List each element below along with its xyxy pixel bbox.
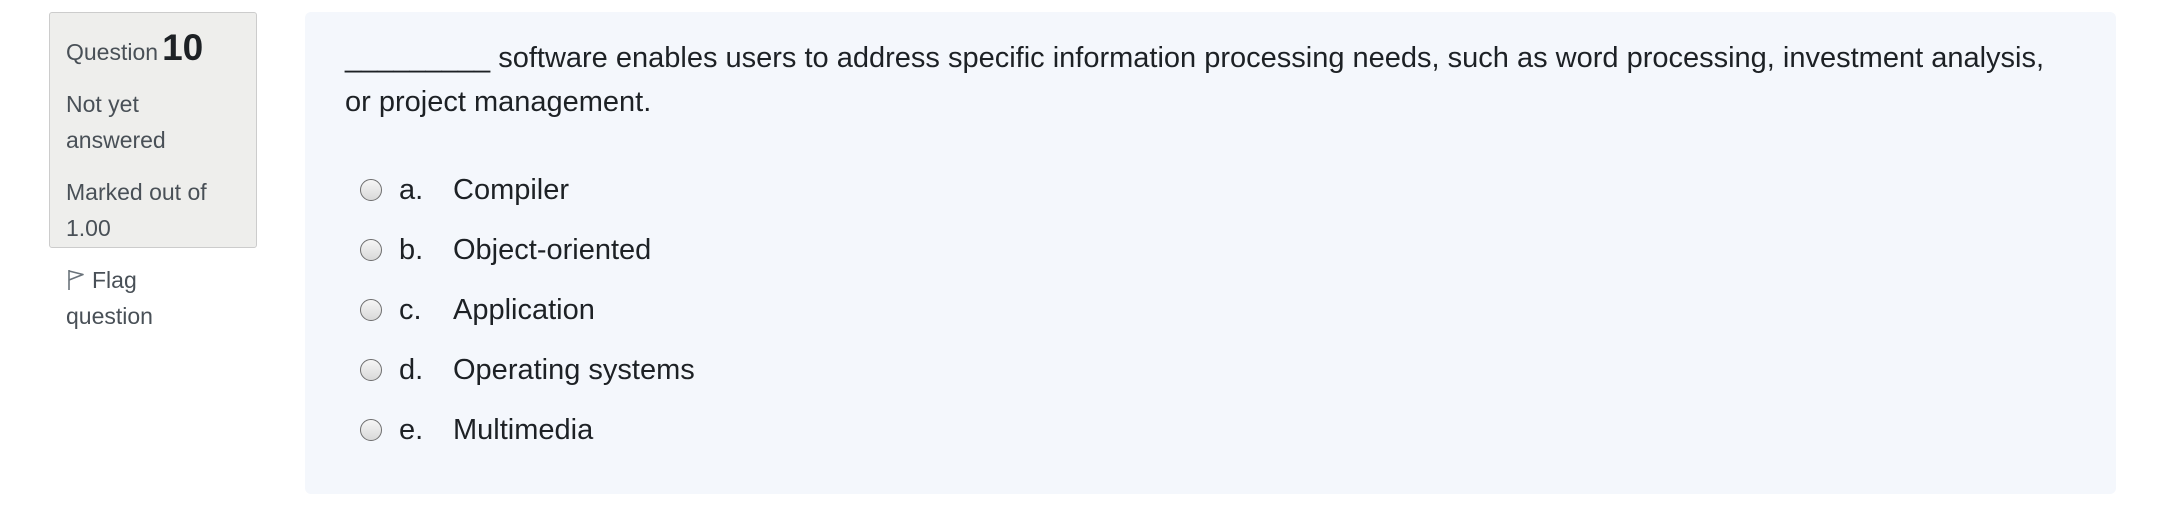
question-text: _________ software enables users to addr… — [345, 42, 2045, 118]
answer-text: Compiler — [453, 173, 570, 206]
answer-option-b[interactable]: b. Object-oriented — [345, 228, 2076, 272]
answer-letter: b. — [399, 233, 424, 266]
question-info-panel: Question 10 Not yet answered Marked out o… — [49, 12, 257, 329]
quiz-page: Question 10 Not yet answered Marked out o… — [0, 0, 2160, 506]
flag-icon — [68, 270, 84, 291]
question-grade: Marked out of 1.00 — [66, 174, 240, 246]
radio-button[interactable] — [360, 359, 382, 381]
answer-letter: d. — [399, 353, 424, 386]
radio-button[interactable] — [360, 239, 382, 261]
question-grade-line2: 1.00 — [66, 215, 111, 242]
answer-letter: c. — [399, 293, 422, 326]
answer-letter: a. — [399, 173, 424, 206]
answer-option-d[interactable]: d. Operating systems — [345, 348, 2076, 392]
question-state-line2: answered — [66, 127, 166, 154]
radio-button[interactable] — [360, 419, 382, 441]
answer-option-a[interactable]: a. Compiler — [345, 168, 2076, 212]
answer-letter: e. — [399, 413, 424, 446]
answer-text: Object-oriented — [453, 233, 652, 266]
question-content: _________ software enables users to addr… — [305, 12, 2116, 494]
flag-label-line1: Flag — [92, 267, 137, 294]
answer-text: Operating systems — [453, 353, 695, 386]
question-state: Not yet answered — [66, 86, 240, 158]
answer-option-c[interactable]: c. Application — [345, 288, 2076, 332]
answer-options: a. Compiler b. Object-oriented c. Applic… — [345, 168, 2076, 452]
question-number-heading: Question 10 — [66, 26, 240, 70]
flag-label-line2: question — [66, 303, 153, 330]
answer-text: Application — [453, 293, 595, 326]
question-state-line1: Not yet — [66, 91, 139, 118]
flag-question-link[interactable]: Flag question — [66, 262, 240, 334]
question-number: 10 — [162, 27, 204, 68]
question-grade-line1: Marked out of — [66, 179, 207, 206]
radio-button[interactable] — [360, 299, 382, 321]
radio-button[interactable] — [360, 179, 382, 201]
answer-option-e[interactable]: e. Multimedia — [345, 408, 2076, 452]
answer-text: Multimedia — [453, 413, 594, 446]
question-label: Question — [66, 39, 159, 65]
